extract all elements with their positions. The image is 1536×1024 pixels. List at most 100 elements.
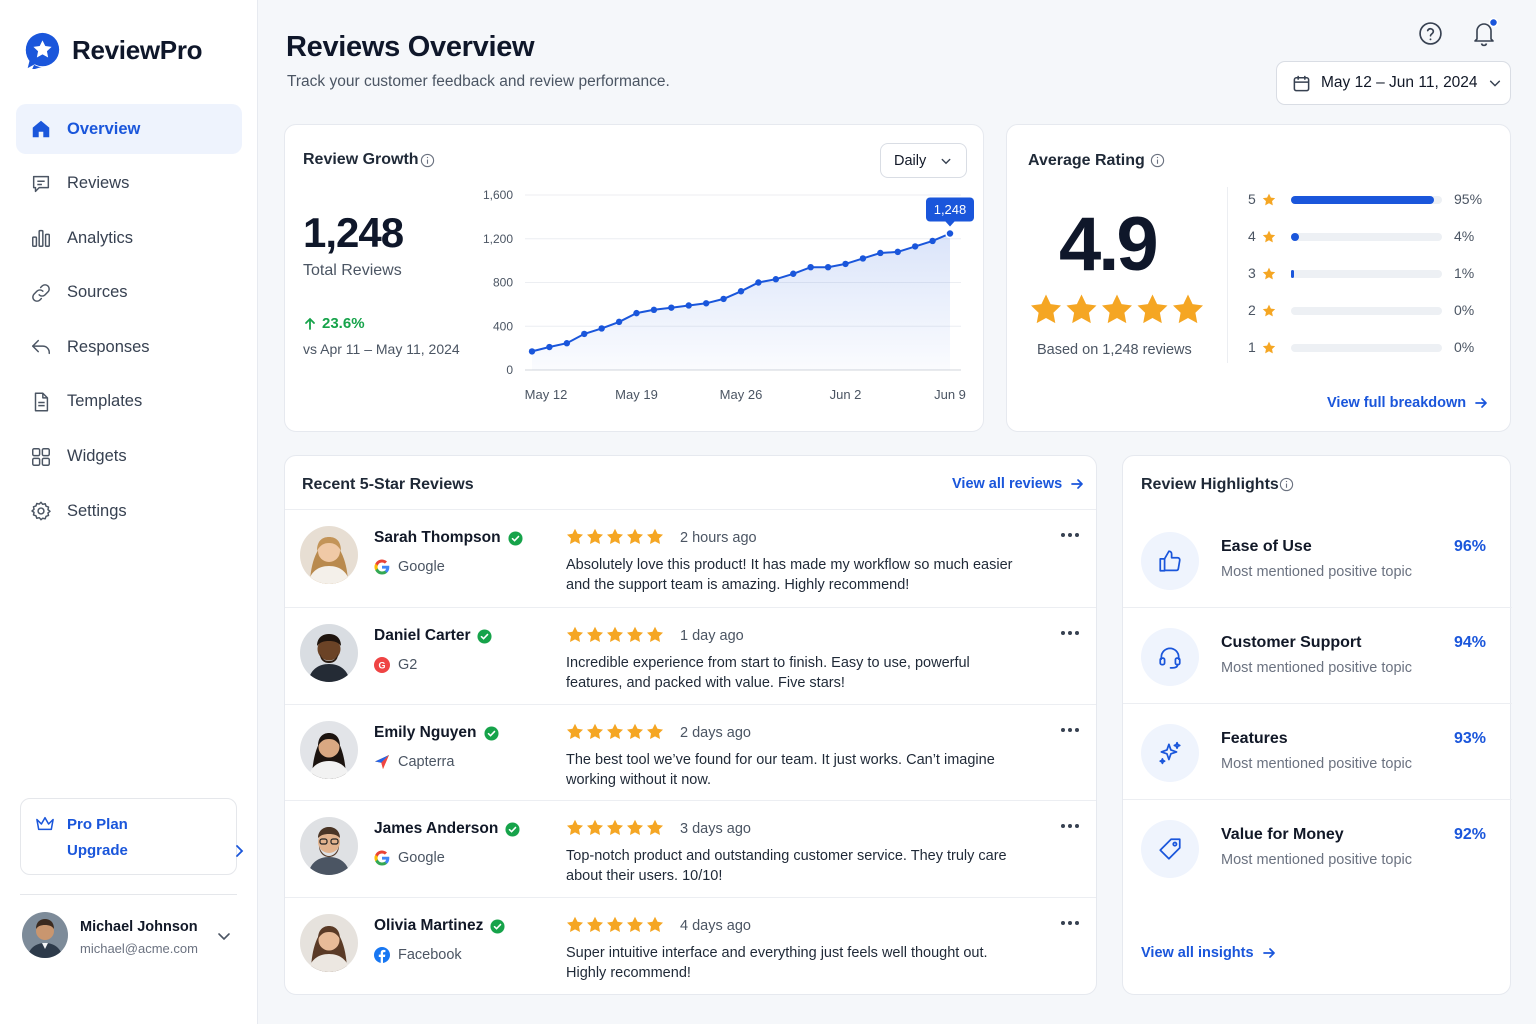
review-row[interactable]: Sarah Thompson Google 2 hours ago Absolu… xyxy=(285,509,1096,606)
notification-bell-icon[interactable] xyxy=(1470,18,1498,48)
arrow-right-icon xyxy=(1262,948,1275,958)
highlight-subtitle: Most mentioned positive topic xyxy=(1221,756,1413,772)
rating-row-5: 5 95% xyxy=(1248,190,1488,210)
verified-badge-icon xyxy=(483,725,499,741)
document-icon xyxy=(34,392,49,412)
sidebar-item-label: Settings xyxy=(67,501,127,520)
data-point xyxy=(615,318,623,326)
review-time: 2 hours ago xyxy=(680,530,757,546)
avatar xyxy=(300,817,358,875)
rating-row-percent: 0% xyxy=(1454,302,1475,318)
highlight-icon-wrap xyxy=(1141,724,1199,782)
data-point xyxy=(842,260,849,268)
more-options-icon[interactable] xyxy=(1060,531,1080,539)
review-stars xyxy=(567,916,663,932)
data-point xyxy=(945,228,955,239)
data-point xyxy=(824,263,832,271)
review-row[interactable]: Emily Nguyen Capterra 2 days ago The bes… xyxy=(285,704,1096,801)
sidebar-item-analytics[interactable]: Analytics xyxy=(16,213,242,263)
review-source-name: Capterra xyxy=(398,754,455,770)
review-row[interactable]: Daniel Carter G G2 1 day ago Incredible … xyxy=(285,607,1096,704)
user-menu[interactable]: Michael Johnson michael@acme.com xyxy=(22,912,242,962)
link-label: View all reviews xyxy=(952,476,1063,492)
pro-plan-card[interactable]: Pro Plan Upgrade xyxy=(20,798,244,875)
sidebar-item-overview[interactable]: Overview xyxy=(16,104,242,154)
chevron-right-icon[interactable] xyxy=(231,843,247,859)
info-icon[interactable] xyxy=(1279,477,1294,492)
data-point xyxy=(685,302,692,309)
help-icon[interactable] xyxy=(1418,21,1443,46)
sidebar-item-settings[interactable]: Settings xyxy=(16,486,242,536)
review-text: The best tool we’ve found for our team. … xyxy=(566,752,995,788)
info-icon[interactable] xyxy=(1150,153,1165,168)
reviewer-name-text: Sarah Thompson xyxy=(374,529,501,546)
x-tick-label: May 26 xyxy=(720,387,763,402)
star-icon xyxy=(1262,193,1276,206)
highlight-title: Ease of Use xyxy=(1221,538,1312,555)
view-all-insights-link[interactable]: View all insights xyxy=(1141,945,1276,961)
sidebar-item-reviews[interactable]: Reviews xyxy=(16,159,242,209)
recent-reviews-card: Recent 5-Star Reviews View all reviews S… xyxy=(284,455,1097,995)
data-point xyxy=(563,340,571,347)
chevron-down-icon xyxy=(1489,80,1500,87)
brand[interactable]: ReviewPro xyxy=(24,32,203,69)
y-tick-label: 1,600 xyxy=(483,188,513,202)
upgrade-link[interactable]: Upgrade xyxy=(67,842,128,859)
review-source: G G2 xyxy=(374,657,417,673)
star-icon xyxy=(1066,294,1097,324)
x-tick-label: May 12 xyxy=(525,387,568,402)
review-source-name: Google xyxy=(398,559,445,575)
review-row[interactable]: James Anderson Google 3 days ago Top-not… xyxy=(285,800,1096,897)
highlight-item[interactable]: Customer Support Most mentioned positive… xyxy=(1123,608,1512,704)
review-stars xyxy=(567,626,663,642)
highlight-title: Value for Money xyxy=(1221,826,1344,843)
verified-badge-icon xyxy=(508,530,523,546)
more-options-icon[interactable] xyxy=(1060,822,1080,830)
rating-based-on: Based on 1,248 reviews xyxy=(1037,342,1192,358)
star-icon xyxy=(1262,341,1276,354)
rating-row-2: 2 0% xyxy=(1248,301,1488,321)
page-title: Reviews Overview xyxy=(286,31,535,63)
sidebar-item-label: Templates xyxy=(67,392,143,411)
reviewer-name-text: Emily Nguyen xyxy=(374,724,477,741)
review-source: Google xyxy=(374,559,445,575)
avatar xyxy=(300,624,358,682)
data-point xyxy=(668,304,675,311)
facebook-icon xyxy=(374,947,390,963)
sidebar-item-sources[interactable]: Sources xyxy=(16,268,242,318)
arrow-right-icon xyxy=(1071,479,1084,489)
sidebar-item-widgets[interactable]: Widgets xyxy=(16,432,242,482)
svg-text:G: G xyxy=(378,661,385,671)
data-point xyxy=(546,343,553,351)
highlight-item[interactable]: Value for Money Most mentioned positive … xyxy=(1123,800,1512,896)
sidebar-item-responses[interactable]: Responses xyxy=(16,322,242,372)
highlight-item[interactable]: Ease of Use Most mentioned positive topi… xyxy=(1123,512,1512,608)
reviewer-name: Sarah Thompson xyxy=(374,529,523,547)
view-all-reviews-link[interactable]: View all reviews xyxy=(952,476,1084,492)
highlight-item[interactable]: Features Most mentioned positive topic 9… xyxy=(1123,704,1512,800)
chevron-down-icon[interactable] xyxy=(216,928,232,944)
review-row[interactable]: Olivia Martinez Facebook 4 days ago Supe… xyxy=(285,897,1096,994)
review-source: Facebook xyxy=(374,947,462,963)
gear-icon xyxy=(31,501,51,521)
link-label: View all insights xyxy=(1141,945,1254,961)
highlight-subtitle: Most mentioned positive topic xyxy=(1221,564,1413,580)
rating-bar-track xyxy=(1291,196,1442,204)
headset-icon xyxy=(1159,647,1181,669)
highlight-percent: 93% xyxy=(1454,730,1487,747)
data-point xyxy=(877,249,884,257)
reviewer-name-text: Daniel Carter xyxy=(374,627,471,644)
review-time: 2 days ago xyxy=(680,725,751,741)
y-tick-label: 0 xyxy=(506,363,513,377)
review-source: Capterra xyxy=(374,754,454,770)
sidebar-item-templates[interactable]: Templates xyxy=(16,377,242,427)
more-options-icon[interactable] xyxy=(1060,919,1080,927)
more-options-icon[interactable] xyxy=(1060,629,1080,637)
more-options-icon[interactable] xyxy=(1060,726,1080,734)
reviewer-name-text: James Anderson xyxy=(374,820,499,837)
view-full-breakdown-link[interactable]: View full breakdown xyxy=(1327,395,1488,411)
highlight-percent: 94% xyxy=(1454,634,1487,651)
sidebar-nav: Overview Reviews Analytics Sources Respo… xyxy=(16,104,242,541)
rating-bar-fill xyxy=(1291,196,1435,204)
date-range-picker[interactable]: May 12 – Jun 11, 2024 xyxy=(1276,61,1511,105)
